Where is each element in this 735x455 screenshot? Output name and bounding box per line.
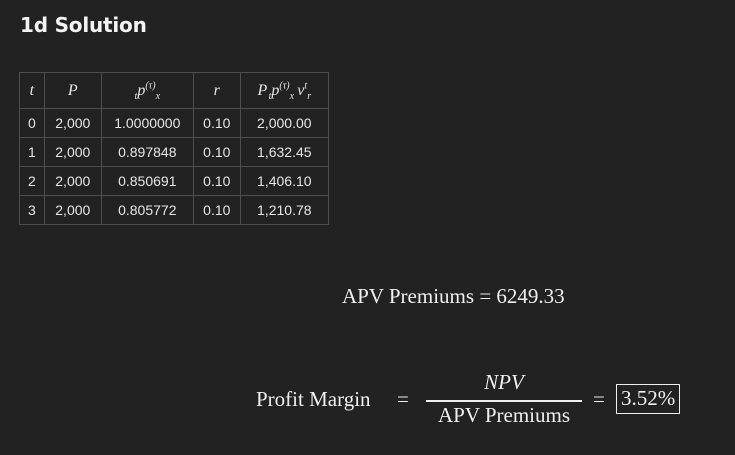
col-header-survival-prob: tp(τ)x: [100, 72, 194, 109]
fraction-denominator: APV Premiums: [437, 403, 571, 427]
apv-equals-sign: =: [479, 284, 492, 308]
cell-present-value: 1,406.10: [239, 166, 329, 196]
col-header-present-value: P tp(τ)x vtr: [239, 72, 329, 109]
result-equals-sign: =: [593, 387, 605, 411]
cell-rate: 0.10: [192, 195, 241, 225]
cell-premium: 2,000: [43, 108, 102, 138]
cell-present-value: 1,632.45: [239, 137, 329, 167]
profit-margin-label: Profit Margin: [256, 387, 371, 411]
cell-survival-prob: 0.897848: [100, 137, 194, 167]
col-header-t: t: [19, 72, 45, 109]
cell-premium: 2,000: [43, 195, 102, 225]
profit-margin-equals-sign: =: [397, 387, 409, 411]
section-title: 1d Solution: [20, 13, 147, 37]
pv-discount-subscript: r: [307, 90, 312, 102]
cell-premium: 2,000: [43, 166, 102, 196]
apv-value: 6249.33: [496, 284, 565, 308]
table-header-row: t P tp(τ)x r P tp(τ)x vtr: [19, 72, 329, 109]
table-row: 3 2,000 0.805772 0.10 1,210.78: [19, 195, 329, 225]
apv-premiums-equation: APV Premiums = 6249.33: [342, 284, 565, 309]
pv-survival-subscript: x: [289, 90, 295, 102]
cell-rate: 0.10: [192, 137, 241, 167]
cell-survival-prob: 1.0000000: [100, 108, 194, 138]
fraction-bar: [426, 400, 582, 402]
cell-present-value: 2,000.00: [239, 108, 329, 138]
apv-label: APV Premiums: [342, 284, 475, 308]
fraction-numerator: NPV: [484, 370, 524, 394]
cell-premium: 2,000: [43, 137, 102, 167]
cell-survival-prob: 0.850691: [100, 166, 194, 196]
survival-prob-superscript: (τ): [145, 80, 156, 92]
cell-t: 1: [19, 137, 45, 167]
table-row: 2 2,000 0.850691 0.10 1,406.10: [19, 166, 329, 196]
cell-rate: 0.10: [192, 166, 241, 196]
table-row: 0 2,000 1.0000000 0.10 2,000.00: [19, 108, 329, 138]
pv-discount-superscript: t: [304, 80, 308, 92]
cell-t: 3: [19, 195, 45, 225]
cell-present-value: 1,210.78: [239, 195, 329, 225]
col-header-premium: P: [43, 72, 102, 109]
survival-prob-subscript: x: [155, 90, 161, 102]
pv-premium-symbol: P: [257, 81, 268, 99]
cell-t: 2: [19, 166, 45, 196]
cell-t: 0: [19, 108, 45, 138]
profit-margin-result: 3.52%: [616, 384, 681, 414]
cell-survival-prob: 0.805772: [100, 195, 194, 225]
pv-survival-superscript: (τ): [279, 80, 290, 92]
table-row: 1 2,000 0.897848 0.10 1,632.45: [19, 137, 329, 167]
col-header-rate: r: [192, 72, 241, 109]
solution-table: t P tp(τ)x r P tp(τ)x vtr 0 2,000 1.0000…: [19, 72, 329, 225]
cell-rate: 0.10: [192, 108, 241, 138]
